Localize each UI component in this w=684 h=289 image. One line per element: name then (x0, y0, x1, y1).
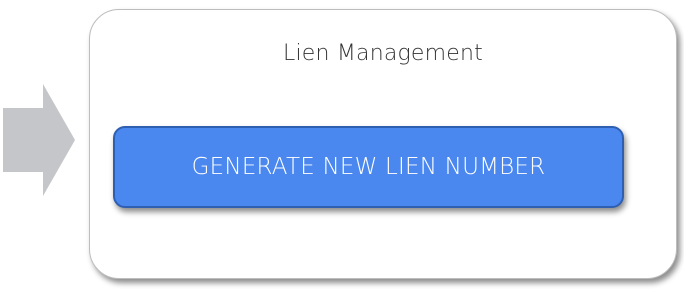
flow-arrow-icon (3, 84, 75, 196)
generate-new-lien-number-button[interactable]: GENERATE NEW LIEN NUMBER (113, 126, 624, 208)
panel-title: Lien Management (282, 41, 483, 66)
right-arrow-icon (3, 84, 75, 196)
lien-management-panel: Lien Management GENERATE NEW LIEN NUMBER (89, 9, 677, 279)
